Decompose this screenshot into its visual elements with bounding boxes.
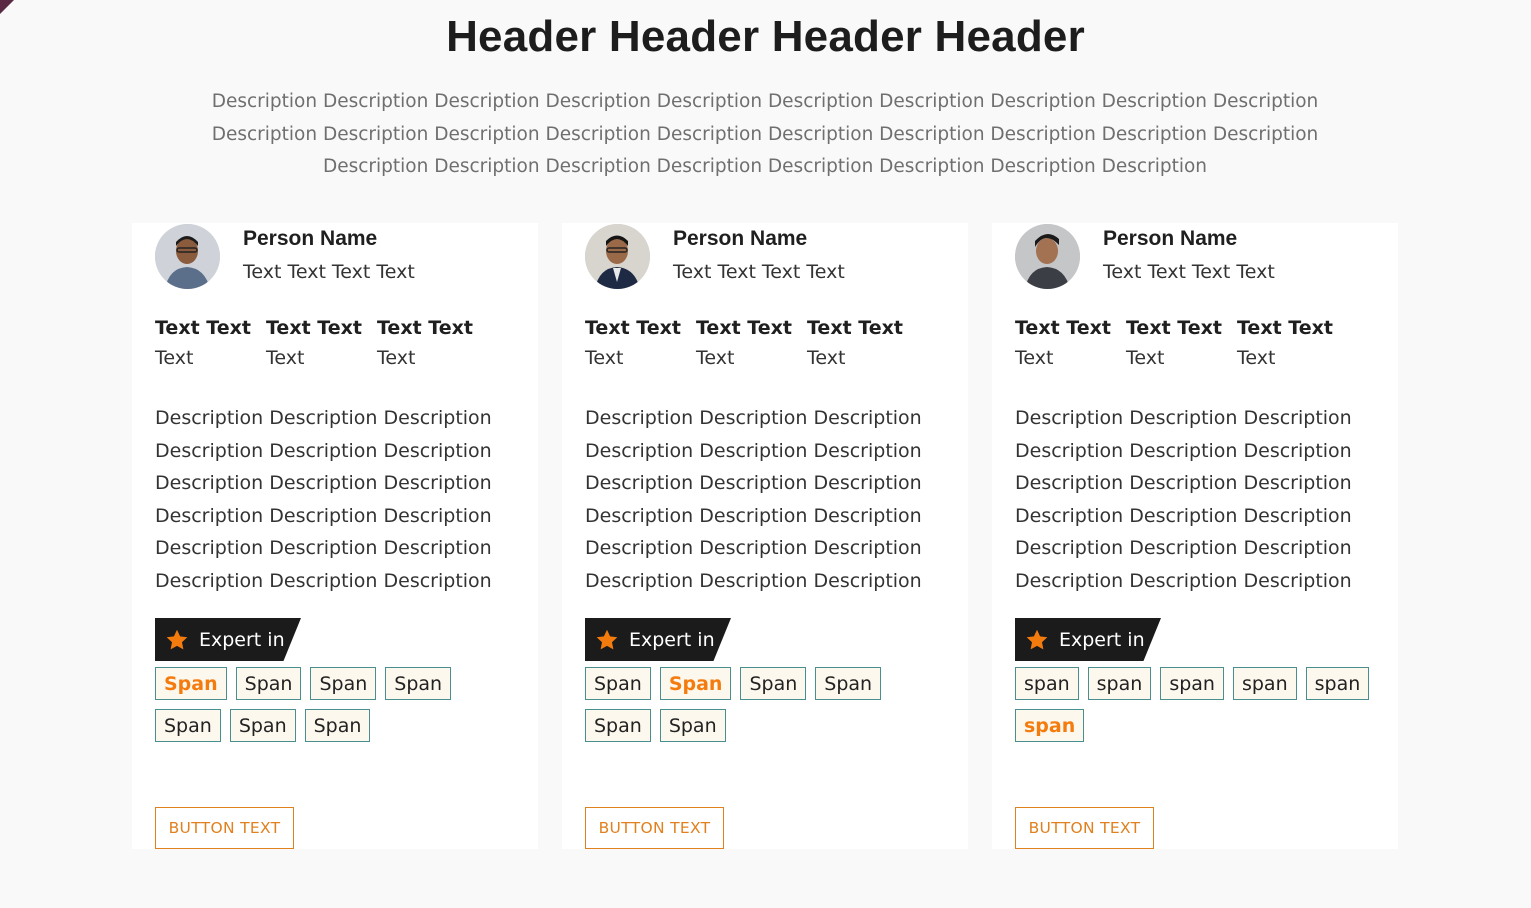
stat-value: Text [807,347,846,369]
expert-badge: Expert in [585,618,731,661]
tag-chip[interactable]: Span [385,667,452,700]
tag-chip[interactable]: span [1305,667,1370,700]
stat-label: Text Text [1237,317,1333,339]
stat-label: Text Text [377,317,473,339]
tag-chip[interactable]: span [1087,667,1152,700]
expert-label: Expert in [1059,628,1145,651]
expert-label: Expert in [199,628,285,651]
person-card: Person Name Text Text Text Text Text Tex… [992,223,1398,849]
expert-badge: Expert in [1015,618,1161,661]
person-role: Text Text Text Text [673,261,845,283]
expert-label: Expert in [629,628,715,651]
stat-item: Text Text Text [585,317,681,369]
star-icon [166,629,188,649]
stat-label: Text Text [266,317,362,339]
stat-value: Text [1015,347,1054,369]
tag-chip[interactable]: Span [740,667,807,700]
person-role: Text Text Text Text [243,261,415,283]
person-name: Person Name [1103,227,1238,250]
card-description: Description Description Description Desc… [585,407,922,592]
tag-chip[interactable]: Span [235,667,302,700]
tag-chip[interactable]: Span [585,709,651,742]
person-card: Person Name Text Text Text Text Text Tex… [562,223,968,849]
tag-chip[interactable]: Span [229,709,296,742]
stat-value: Text [1126,347,1165,369]
person-role: Text Text Text Text [1103,261,1275,283]
tag-chip[interactable]: Span [815,667,882,700]
stat-item: Text Text Text [1015,317,1111,369]
stat-item: Text Text Text [377,317,473,369]
tag-chip[interactable]: Span [585,667,651,700]
tag-chip[interactable]: Span [310,667,377,700]
star-icon [596,629,618,649]
stat-value: Text [696,347,735,369]
page-description: Description Description Description Desc… [211,91,1319,177]
stat-label: Text Text [155,317,251,339]
tag-chip-active[interactable]: span [1015,709,1085,742]
stat-label: Text Text [1015,317,1111,339]
star-icon [1026,629,1048,649]
stat-item: Text Text Text [1126,317,1222,369]
card-description: Description Description Description Desc… [1015,407,1352,592]
card-button[interactable]: BUTTON TEXT [155,807,294,849]
stat-value: Text [266,347,305,369]
avatar [1015,224,1080,289]
expert-badge: Expert in [155,618,301,661]
stat-item: Text Text Text [266,317,362,369]
tag-list: span span span span span span [1015,667,1375,742]
tag-chip[interactable]: span [1232,667,1297,700]
card-description: Description Description Description Desc… [155,407,492,592]
stat-value: Text [585,347,624,369]
stat-value: Text [155,347,194,369]
stat-item: Text Text Text [1237,317,1333,369]
stat-label: Text Text [1126,317,1222,339]
person-name: Person Name [673,227,808,250]
tag-chip-active[interactable]: Span [659,667,732,700]
card-button[interactable]: BUTTON TEXT [1015,807,1154,849]
tag-list: Span Span Span Span Span Span Span [155,667,515,742]
stat-item: Text Text Text [696,317,792,369]
stat-item: Text Text Text [807,317,903,369]
stat-label: Text Text [696,317,792,339]
stat-value: Text [1237,347,1276,369]
tag-chip[interactable]: Span [659,709,726,742]
tag-chip-active[interactable]: Span [155,667,227,700]
stat-value: Text [377,347,416,369]
stat-label: Text Text [807,317,903,339]
tag-chip[interactable]: span [1015,667,1079,700]
tag-list: Span Span Span Span Span Span [585,667,945,742]
tag-chip[interactable]: Span [155,709,221,742]
card-button[interactable]: BUTTON TEXT [585,807,724,849]
avatar [155,224,220,289]
stat-label: Text Text [585,317,681,339]
person-card: Person Name Text Text Text Text Text Tex… [132,223,538,849]
tag-chip[interactable]: span [1160,667,1224,700]
stat-item: Text Text Text [155,317,251,369]
tag-chip[interactable]: Span [304,709,371,742]
page-title: Header Header Header Header [446,12,1085,61]
person-name: Person Name [243,227,378,250]
avatar [585,224,650,289]
